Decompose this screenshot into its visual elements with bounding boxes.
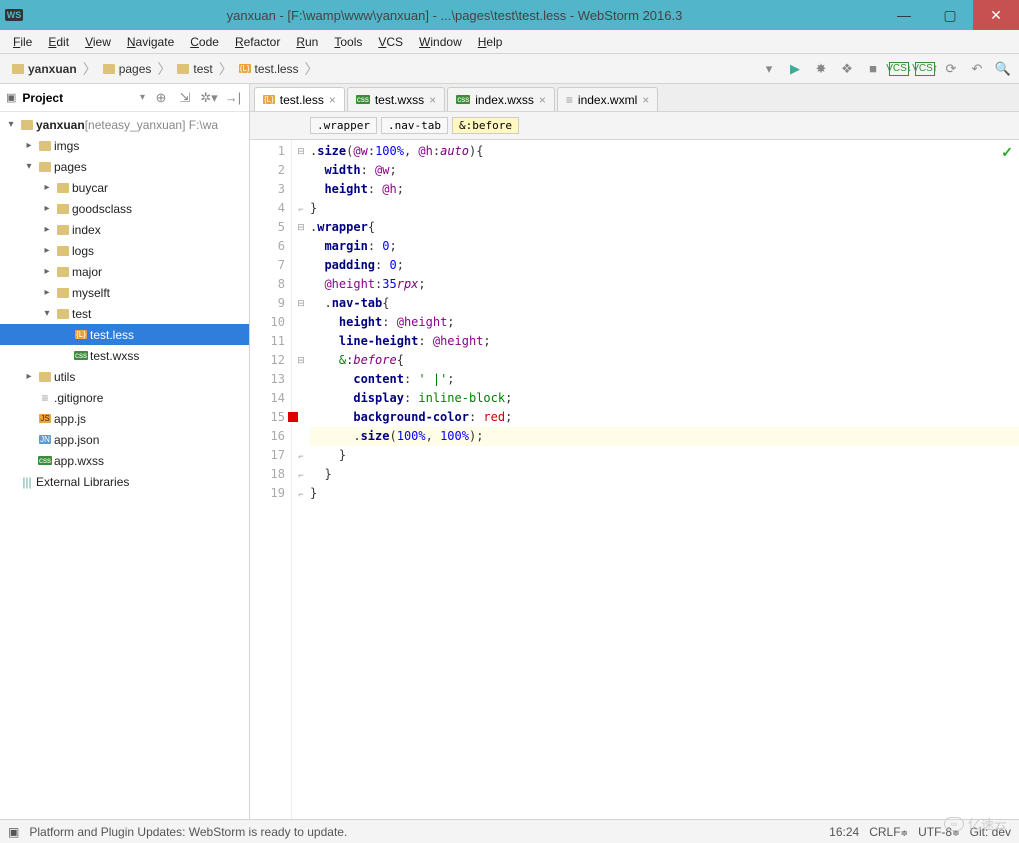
status-message[interactable]: Platform and Plugin Updates: WebStorm is… [29,825,347,839]
menu-view[interactable]: View [78,33,118,51]
navigation-bar: yanxuan〉pages〉test〉{L}test.less〉 ▾ ▶ ✸ ❖… [0,54,1019,84]
tree-item-External Libraries[interactable]: |||External Libraries [0,471,249,492]
tab-test.wxss[interactable]: csstest.wxss× [347,87,445,111]
tree-item-app.wxss[interactable]: cssapp.wxss [0,450,249,471]
line-separator[interactable]: CRLF≑ [869,825,908,839]
tree-item-index[interactable]: ▸index [0,219,249,240]
tree-item-goodsclass[interactable]: ▸goodsclass [0,198,249,219]
tab-index.wxss[interactable]: cssindex.wxss× [447,87,555,111]
breadcrumb-yanxuan[interactable]: yanxuan [6,60,83,78]
menu-tools[interactable]: Tools [327,33,369,51]
tree-item-test.wxss[interactable]: csstest.wxss [0,345,249,366]
tab-close-icon[interactable]: × [329,93,336,107]
tree-item-app.js[interactable]: JSapp.js [0,408,249,429]
title-bar: WS yanxuan - [F:\wamp\www\yanxuan] - ...… [0,0,1019,30]
tree-item-.gitignore[interactable]: ≡.gitignore [0,387,249,408]
tab-close-icon[interactable]: × [642,93,649,107]
breadcrumb-test[interactable]: test [171,60,218,78]
menu-help[interactable]: Help [471,33,510,51]
gutter: 12345678910111213141516171819 [250,140,292,819]
project-tree[interactable]: ▾yanxuan [neteasy_yanxuan] F:\wa▸imgs▾pa… [0,112,249,819]
tree-item-pages[interactable]: ▾pages [0,156,249,177]
tree-item-utils[interactable]: ▸utils [0,366,249,387]
build-dropdown-icon[interactable]: ▾ [759,59,779,79]
toolbar-right: ▾ ▶ ✸ ❖ ■ VCS↓ VCS↑ ⟳ ↶ 🔍 [759,59,1013,79]
structure-crumb[interactable]: .wrapper [310,117,377,134]
editor-tabs: {L}test.less×csstest.wxss×cssindex.wxss×… [250,84,1019,112]
menu-vcs[interactable]: VCS [371,33,410,51]
menu-refactor[interactable]: Refactor [228,33,287,51]
debug-icon[interactable]: ✸ [811,59,831,79]
stop-icon[interactable]: ■ [863,59,883,79]
history-icon[interactable]: ↶ [967,59,987,79]
editor-breadcrumb: .wrapper.nav-tab&:before [250,112,1019,140]
menu-run[interactable]: Run [289,33,325,51]
project-sidebar: ▣ Project ▾ ⊕ ⇲ ✲▾ →| ▾yanxuan [neteasy_… [0,84,250,819]
maximize-button[interactable]: ▢ [927,0,973,30]
tree-item-imgs[interactable]: ▸imgs [0,135,249,156]
status-bar: ▣ Platform and Plugin Updates: WebStorm … [0,819,1019,843]
hide-panel-icon[interactable]: →| [223,88,243,108]
tree-item-app.json[interactable]: JNapp.json [0,429,249,450]
close-button[interactable]: ✕ [973,0,1019,30]
tree-item-logs[interactable]: ▸logs [0,240,249,261]
breadcrumb-sep: 〉 [219,59,233,79]
run-icon[interactable]: ▶ [785,59,805,79]
tree-item-buycar[interactable]: ▸buycar [0,177,249,198]
tab-close-icon[interactable]: × [539,93,546,107]
window-title: yanxuan - [F:\wamp\www\yanxuan] - ...\pa… [28,8,881,23]
tree-item-test[interactable]: ▾test [0,303,249,324]
settings-gear-icon[interactable]: ✲▾ [199,88,219,108]
menu-bar: FileEditViewNavigateCodeRefactorRunTools… [0,30,1019,54]
tab-index.wxml[interactable]: ≡index.wxml× [557,87,658,111]
file-encoding[interactable]: UTF-8≑ [918,825,960,839]
code-text[interactable]: .size(@w:100%, @h:auto){ width: @w; heig… [310,140,1019,819]
structure-crumb[interactable]: .nav-tab [381,117,448,134]
coverage-icon[interactable]: ❖ [837,59,857,79]
color-preview-icon[interactable] [288,412,298,422]
vcs-commit-icon[interactable]: VCS↑ [915,62,935,76]
caret-position[interactable]: 16:24 [829,825,859,839]
tree-item-major[interactable]: ▸major [0,261,249,282]
git-branch[interactable]: Git: dev [970,825,1011,839]
collapse-icon[interactable]: ⇲ [175,88,195,108]
tab-test.less[interactable]: {L}test.less× [254,87,345,111]
menu-file[interactable]: File [6,33,39,51]
project-tab-icon: ▣ [6,91,16,104]
tree-item-yanxuan[interactable]: ▾yanxuan [neteasy_yanxuan] F:\wa [0,114,249,135]
menu-window[interactable]: Window [412,33,469,51]
app-icon: WS [0,9,28,21]
window-icon[interactable]: ▣ [8,825,19,839]
project-tab-label[interactable]: Project [22,91,134,105]
structure-crumb[interactable]: &:before [452,117,519,134]
code-editor[interactable]: 12345678910111213141516171819 ⊟⌐⊟⊟⊟⌐⌐⌐ .… [250,140,1019,819]
tree-item-myselft[interactable]: ▸myselft [0,282,249,303]
locate-icon[interactable]: ⊕ [151,88,171,108]
fold-column[interactable]: ⊟⌐⊟⊟⊟⌐⌐⌐ [292,140,310,819]
breadcrumb-test.less[interactable]: {L}test.less [233,60,305,78]
breadcrumb-sep: 〉 [83,59,97,79]
breadcrumb-sep: 〉 [157,59,171,79]
menu-navigate[interactable]: Navigate [120,33,181,51]
sync-icon[interactable]: ⟳ [941,59,961,79]
editor-area: {L}test.less×csstest.wxss×cssindex.wxss×… [250,84,1019,819]
tab-close-icon[interactable]: × [429,93,436,107]
breadcrumb-sep: 〉 [305,59,319,79]
project-dropdown-icon[interactable]: ▾ [140,92,145,103]
menu-edit[interactable]: Edit [41,33,76,51]
breadcrumb-pages[interactable]: pages [97,60,158,78]
search-icon[interactable]: 🔍 [993,59,1013,79]
menu-code[interactable]: Code [183,33,226,51]
minimize-button[interactable]: — [881,0,927,30]
vcs-update-icon[interactable]: VCS↓ [889,62,909,76]
inspection-ok-icon: ✓ [1001,144,1013,161]
project-panel-header: ▣ Project ▾ ⊕ ⇲ ✲▾ →| [0,84,249,112]
tree-item-test.less[interactable]: {L}test.less [0,324,249,345]
